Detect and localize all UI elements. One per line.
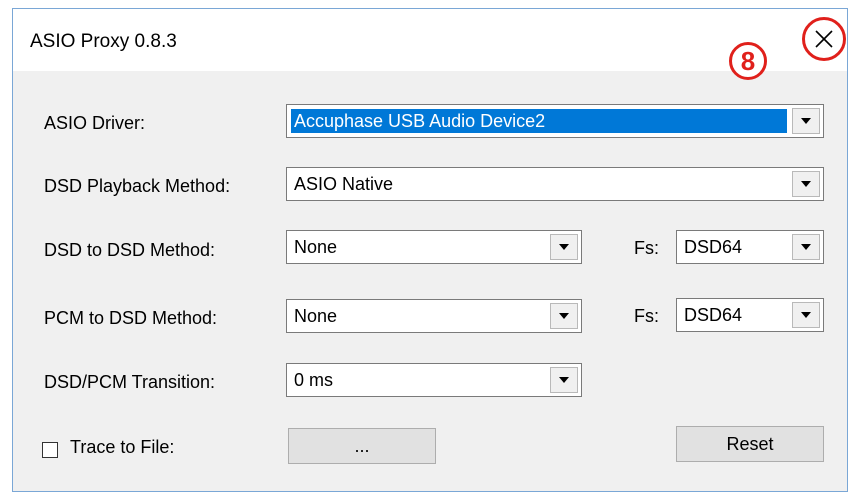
transition-value: 0 ms [294, 370, 334, 390]
chevron-down-icon[interactable] [792, 171, 820, 197]
dsd-playback-select[interactable]: ASIO Native [286, 167, 824, 201]
chevron-down-icon[interactable] [550, 303, 578, 329]
pcm-to-dsd-fs-label: Fs: [634, 306, 659, 326]
trace-to-file-label: Trace to File: [70, 437, 175, 457]
asio-driver-label: ASIO Driver: [44, 113, 146, 133]
chevron-down-icon[interactable] [792, 108, 820, 134]
browse-button[interactable]: ... [288, 428, 436, 464]
dsd-playback-label: DSD Playback Method: [44, 176, 231, 196]
asio-driver-select[interactable]: Accuphase USB Audio Device2 [286, 104, 824, 138]
chevron-down-icon[interactable] [792, 234, 820, 260]
dsd-playback-value: ASIO Native [294, 174, 394, 194]
title-bar[interactable]: ASIO Proxy 0.8.3 [13, 9, 847, 71]
annotation-step-badge: 8 [729, 42, 767, 80]
close-icon [815, 30, 833, 48]
dsd-to-dsd-fs-label: Fs: [634, 238, 659, 258]
pcm-to-dsd-select[interactable]: None [286, 299, 582, 333]
dsd-to-dsd-fs-select[interactable]: DSD64 [676, 230, 824, 264]
chevron-down-icon[interactable] [550, 367, 578, 393]
window-title: ASIO Proxy 0.8.3 [30, 31, 177, 52]
asio-driver-value: Accuphase USB Audio Device2 [291, 109, 787, 133]
dsd-to-dsd-label: DSD to DSD Method: [44, 240, 216, 260]
transition-select[interactable]: 0 ms [286, 363, 582, 397]
pcm-to-dsd-label: PCM to DSD Method: [44, 308, 218, 328]
dsd-to-dsd-fs-value: DSD64 [684, 237, 743, 257]
chevron-down-icon[interactable] [792, 302, 820, 328]
pcm-to-dsd-value: None [294, 306, 338, 326]
chevron-down-icon[interactable] [550, 234, 578, 260]
dsd-to-dsd-value: None [294, 237, 338, 257]
reset-button[interactable]: Reset [676, 426, 824, 462]
pcm-to-dsd-fs-select[interactable]: DSD64 [676, 298, 824, 332]
trace-to-file-checkbox[interactable] [42, 442, 58, 458]
pcm-to-dsd-fs-value: DSD64 [684, 305, 743, 325]
transition-label: DSD/PCM Transition: [44, 372, 216, 392]
close-button[interactable] [802, 19, 846, 59]
dsd-to-dsd-select[interactable]: None [286, 230, 582, 264]
